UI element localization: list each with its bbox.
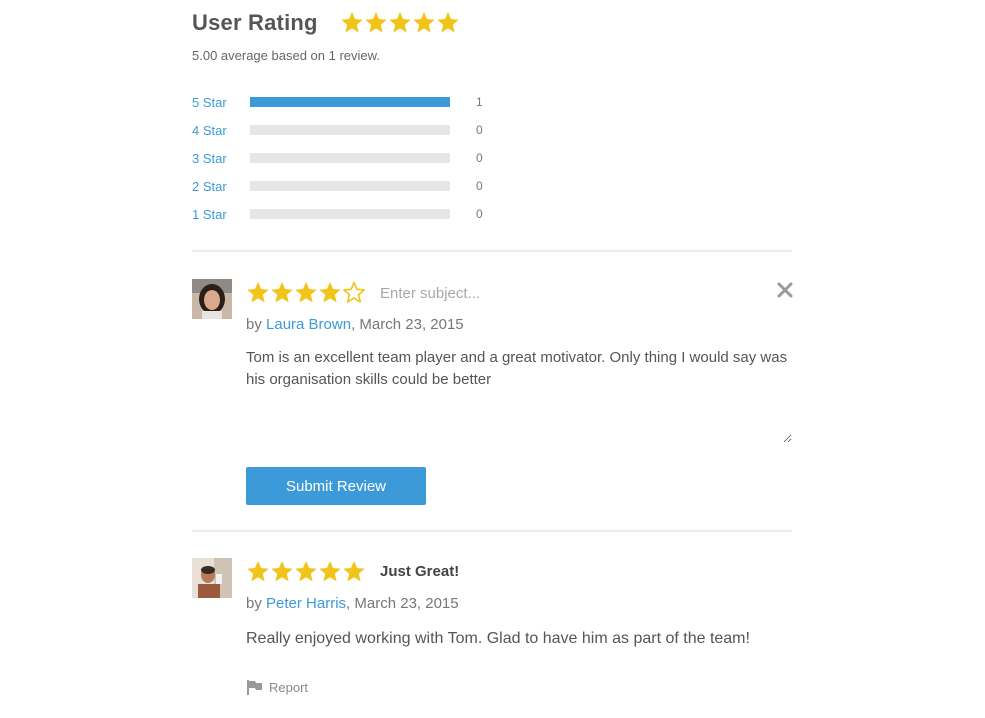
histogram-label-1-star[interactable]: 1 Star — [192, 207, 227, 222]
star-filled-icon — [246, 560, 270, 584]
review-date: , March 23, 2015 — [346, 595, 459, 612]
histogram-row-3: 3 Star 0 — [192, 148, 512, 176]
star-filled-icon — [270, 560, 294, 584]
draft-byline: by Laura Brown, March 23, 2015 — [246, 316, 464, 333]
histogram-row-4: 4 Star 0 — [192, 120, 512, 148]
star-filled-icon[interactable] — [246, 281, 270, 305]
close-icon[interactable] — [776, 281, 794, 299]
byline-prefix: by — [246, 316, 262, 333]
histogram-count-5: 1 — [476, 95, 483, 109]
avatar-peter-harris — [192, 558, 232, 598]
summary-stars — [340, 11, 460, 35]
rating-histogram: 5 Star 1 4 Star 0 3 Star 0 2 Star 0 1 St… — [192, 92, 512, 232]
published-byline: by Peter Harris, March 23, 2015 — [246, 595, 459, 612]
star-filled-icon — [318, 560, 342, 584]
histogram-label-3-star[interactable]: 3 Star — [192, 151, 227, 166]
star-filled-icon — [340, 11, 364, 35]
author-link-laura-brown[interactable]: Laura Brown — [266, 316, 351, 333]
histogram-count-3: 0 — [476, 151, 483, 165]
star-filled-icon — [294, 560, 318, 584]
star-filled-icon[interactable] — [294, 281, 318, 305]
histogram-bar-3 — [250, 153, 450, 163]
star-filled-icon — [342, 560, 366, 584]
report-link[interactable]: Report — [246, 680, 308, 695]
report-label: Report — [269, 680, 309, 695]
histogram-row-2: 2 Star 0 — [192, 176, 512, 204]
draft-rating-stars[interactable] — [246, 281, 366, 305]
review-body-textarea[interactable] — [246, 347, 792, 443]
subject-input[interactable] — [380, 281, 680, 305]
histogram-count-1: 0 — [476, 207, 483, 221]
rating-title: User Rating — [192, 10, 318, 35]
review-title: Just Great! — [380, 563, 460, 580]
byline-prefix: by — [246, 595, 262, 612]
star-filled-icon[interactable] — [318, 281, 342, 305]
rating-header: User Rating — [192, 10, 460, 36]
histogram-label-5-star[interactable]: 5 Star — [192, 95, 227, 110]
average-text: 5.00 average based on 1 review. — [192, 48, 380, 63]
histogram-row-5: 5 Star 1 — [192, 92, 512, 120]
star-filled-icon[interactable] — [270, 281, 294, 305]
star-filled-icon — [436, 11, 460, 35]
divider — [192, 530, 792, 532]
histogram-fill-5 — [250, 97, 450, 107]
histogram-count-2: 0 — [476, 179, 483, 193]
histogram-count-4: 0 — [476, 123, 483, 137]
histogram-bar-4 — [250, 125, 450, 135]
histogram-bar-2 — [250, 181, 450, 191]
star-empty-icon[interactable] — [342, 281, 366, 305]
divider — [192, 250, 792, 252]
star-filled-icon — [388, 11, 412, 35]
histogram-bar-1 — [250, 209, 450, 219]
submit-review-button[interactable]: Submit Review — [246, 467, 426, 505]
flag-icon — [247, 680, 262, 695]
histogram-label-4-star[interactable]: 4 Star — [192, 123, 227, 138]
histogram-label-2-star[interactable]: 2 Star — [192, 179, 227, 194]
review-body: Really enjoyed working with Tom. Glad to… — [246, 630, 750, 647]
published-rating-stars — [246, 560, 366, 584]
star-filled-icon — [364, 11, 388, 35]
star-filled-icon — [412, 11, 436, 35]
histogram-row-1: 1 Star 0 — [192, 204, 512, 232]
avatar-laura-brown — [192, 279, 232, 319]
author-link-peter-harris[interactable]: Peter Harris — [266, 595, 346, 612]
histogram-bar-5 — [250, 97, 450, 107]
review-date: , March 23, 2015 — [351, 316, 464, 333]
